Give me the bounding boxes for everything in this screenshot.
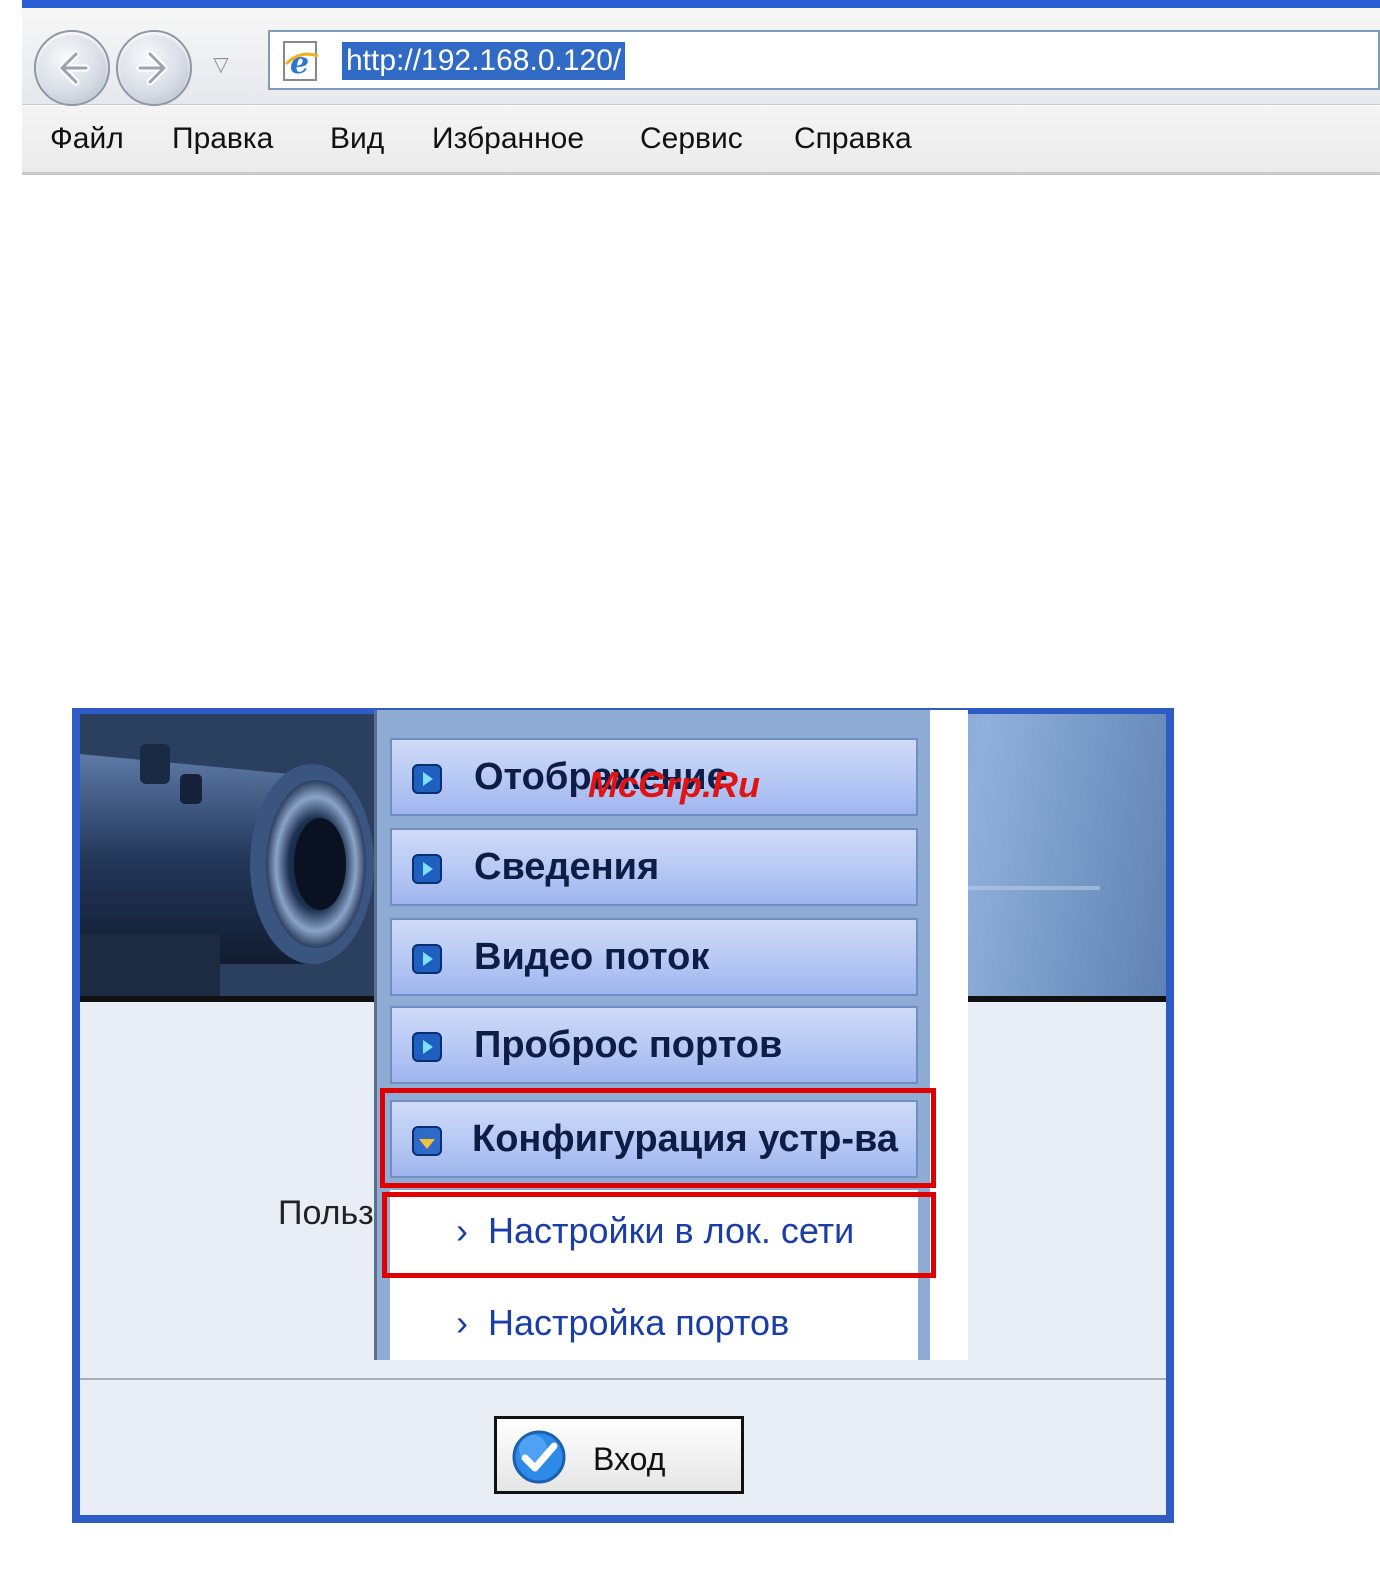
dropdown-icon[interactable]: ▽ [208,54,234,74]
menu-video-stream[interactable]: Видео поток [390,918,918,996]
chevron-right-icon: › [456,1302,468,1343]
play-icon [412,944,442,974]
browser-window: ▽ e http://192.168.0.120/ Файл Правка Ви… [22,0,1380,176]
submenu-port-settings-label: Настройка портов [488,1302,790,1343]
camera-image [80,714,380,996]
play-icon [412,854,442,884]
menu-bar: Файл Правка Вид Избранное Сервис Справка [22,106,1380,175]
play-icon [412,1032,442,1062]
menu-favorites[interactable]: Избранное [432,122,584,156]
play-icon [412,764,442,794]
menu-port-forwarding[interactable]: Проброс портов [390,1006,918,1084]
login-button[interactable]: Вход [494,1416,744,1494]
navigation-toolbar: ▽ e http://192.168.0.120/ [22,8,1380,106]
watermark: McGrp.Ru [588,764,761,805]
menu-info-label: Сведения [474,846,660,888]
forward-icon [136,50,168,86]
submenu-port-settings[interactable]: › Настройка портов [456,1302,789,1344]
ie-page-icon: e [283,41,319,81]
username-label: Польз [278,1194,374,1232]
menu-file[interactable]: Файл [50,122,124,156]
address-bar[interactable]: e http://192.168.0.120/ [268,30,1380,90]
svg-text:e: e [290,46,309,81]
login-button-label: Вход [593,1441,666,1477]
menu-port-forwarding-label: Проброс портов [474,1024,783,1066]
back-icon [58,50,90,86]
menu-video-stream-label: Видео поток [474,936,710,978]
highlight-box-config [380,1088,936,1188]
back-button[interactable] [34,30,110,106]
separator [80,1378,1166,1380]
menu-tools[interactable]: Сервис [640,122,743,156]
menu-edit[interactable]: Правка [172,122,273,156]
url-text[interactable]: http://192.168.0.120/ [342,42,626,80]
checkmark-icon [512,1430,566,1484]
title-bar [22,0,1380,8]
highlight-box-lan [382,1192,936,1278]
forward-button[interactable] [116,30,192,106]
banner-decoration [960,886,1100,890]
menu-help[interactable]: Справка [794,122,912,156]
menu-view[interactable]: Вид [330,122,384,156]
menu-info[interactable]: Сведения [390,828,918,906]
